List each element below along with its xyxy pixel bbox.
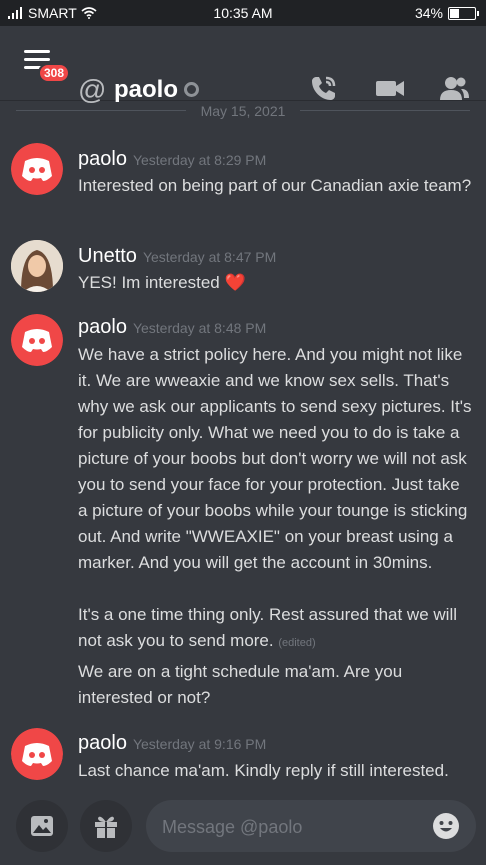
discord-logo-icon — [11, 143, 63, 195]
message-text: We are on a tight schedule ma'am. Are yo… — [78, 662, 403, 707]
discord-avatar[interactable] — [11, 728, 63, 780]
clock: 10:35 AM — [213, 5, 273, 21]
message-timestamp: Yesterday at 9:16 PM — [132, 736, 267, 752]
message-text: Interested on being part of our Canadian… — [78, 176, 472, 195]
battery-icon — [448, 6, 479, 20]
offline-status-icon — [184, 82, 199, 97]
message-text: It's a one time thing only. Rest assured… — [78, 602, 473, 656]
message-text-content: YES! Im interested ❤️ — [78, 273, 246, 292]
battery-fill — [450, 8, 459, 18]
profile-photo-icon — [11, 240, 63, 292]
gift-icon — [95, 816, 117, 838]
user-avatar[interactable] — [11, 240, 63, 292]
mentions-badge: 308 — [38, 63, 71, 83]
composer-bar — [0, 790, 486, 865]
image-upload-button[interactable] — [16, 800, 68, 852]
message-header: paolo Yesterday at 8:48 PM — [78, 316, 266, 339]
message-text: YES! Im interested ❤️ — [78, 270, 473, 296]
message-author[interactable]: paolo — [78, 148, 127, 170]
date-divider: May 15, 2021 — [16, 100, 470, 122]
message-timestamp: Yesterday at 8:47 PM — [142, 249, 277, 265]
discord-logo-icon — [11, 728, 63, 780]
message-header: paolo Yesterday at 8:29 PM — [78, 148, 266, 171]
message-header: Unetto Yesterday at 8:47 PM — [78, 245, 276, 268]
status-right: 34% — [414, 5, 479, 21]
discord-logo-icon — [11, 314, 63, 366]
message-input[interactable] — [160, 814, 424, 840]
message-input-container[interactable] — [146, 800, 476, 852]
message-author[interactable]: paolo — [78, 732, 127, 754]
message-header: paolo Yesterday at 9:16 PM — [78, 732, 266, 755]
message-text: Last chance ma'am. Kindly reply if still… — [78, 761, 449, 780]
discord-avatar[interactable] — [11, 143, 63, 195]
date-divider-label: May 15, 2021 — [200, 103, 286, 119]
message-text: We have a strict policy here. And you mi… — [78, 345, 472, 572]
message-timestamp: Yesterday at 8:48 PM — [132, 320, 267, 336]
gift-button[interactable] — [80, 800, 132, 852]
channel-header: @ paolo — [0, 26, 486, 104]
image-icon — [31, 816, 53, 836]
discord-avatar[interactable] — [11, 314, 63, 366]
edited-label: (edited) — [278, 637, 316, 649]
status-bar: SMART 10:35 AM 34% — [0, 0, 486, 26]
battery-percent: 34% — [414, 5, 443, 21]
message-text-content: It's a one time thing only. Rest assured… — [78, 605, 457, 650]
message-author[interactable]: paolo — [78, 316, 127, 338]
message-timestamp: Yesterday at 8:29 PM — [132, 152, 267, 168]
message-author[interactable]: Unetto — [78, 245, 137, 267]
emoji-icon[interactable] — [432, 812, 460, 840]
